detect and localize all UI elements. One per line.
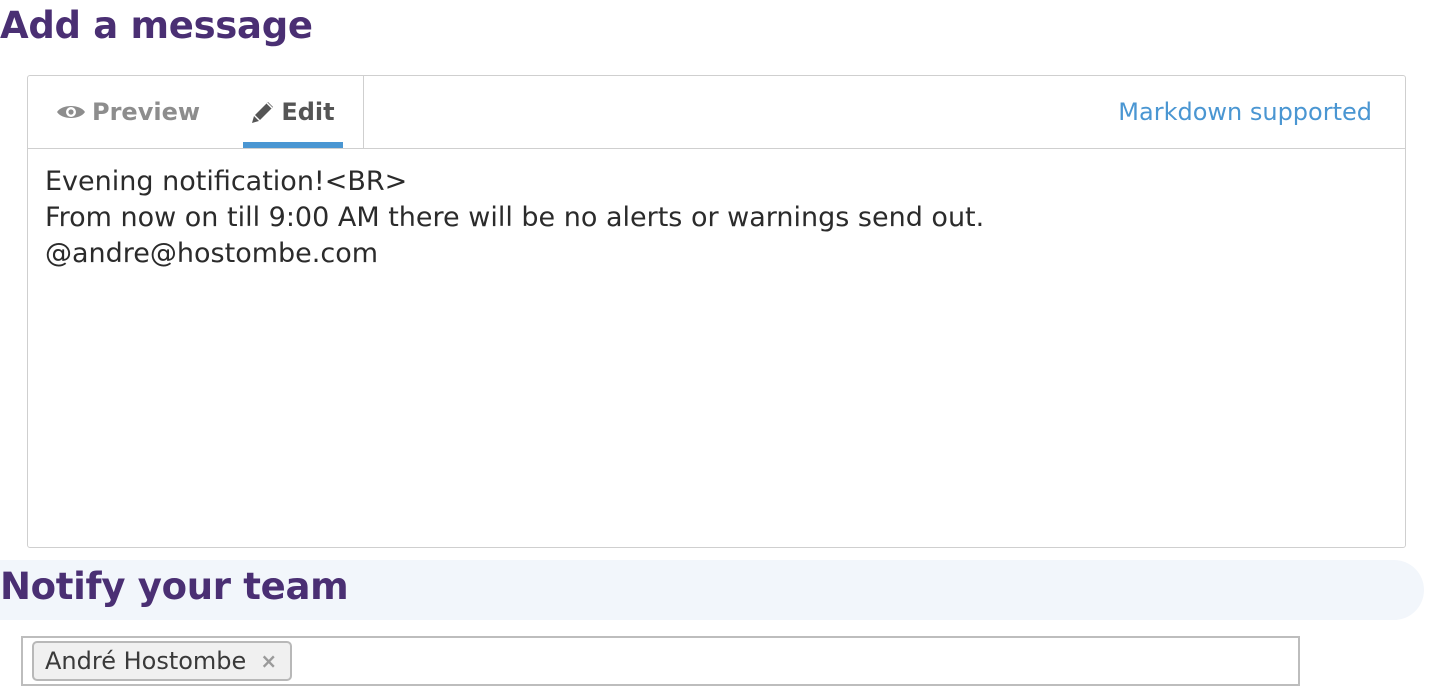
recipient-field[interactable]: André Hostombe × xyxy=(21,636,1300,686)
tab-edit-label: Edit xyxy=(281,98,335,126)
message-editor: Preview Edit Markdown supported Evening … xyxy=(27,75,1406,548)
notify-team-heading: Notify your team xyxy=(0,565,349,608)
eye-icon xyxy=(56,103,86,121)
recipient-chip: André Hostombe × xyxy=(32,641,293,681)
editor-tab-bar: Preview Edit Markdown supported xyxy=(28,76,1405,149)
tab-edit[interactable]: Edit xyxy=(243,76,343,148)
recipient-search-input[interactable] xyxy=(300,641,1298,681)
remove-recipient-icon[interactable]: × xyxy=(260,649,277,673)
message-textarea[interactable]: Evening notification!<BR> From now on ti… xyxy=(45,164,1375,534)
editor-tabs: Preview Edit xyxy=(28,76,364,148)
tab-preview-label: Preview xyxy=(92,98,201,126)
pencil-icon xyxy=(251,100,275,124)
markdown-supported-link[interactable]: Markdown supported xyxy=(1118,76,1372,148)
tab-preview[interactable]: Preview xyxy=(56,76,200,148)
page: Add a message Preview Edit Markdown supp… xyxy=(0,0,1432,700)
add-message-heading: Add a message xyxy=(0,4,313,47)
recipient-name: André Hostombe xyxy=(45,647,247,675)
